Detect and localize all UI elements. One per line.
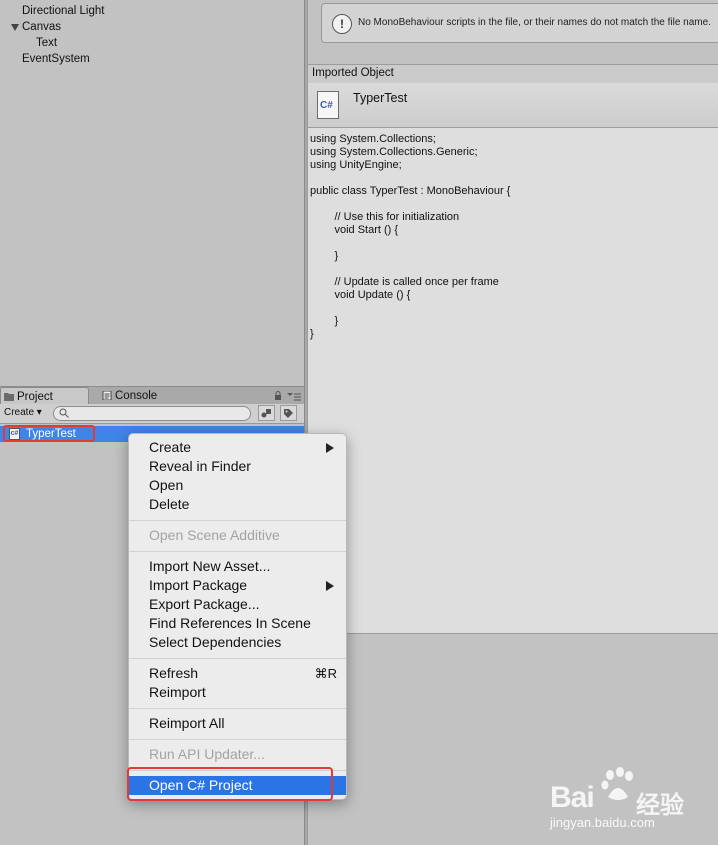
shapes-icon [261, 409, 271, 418]
menu-item-label: Find References In Scene [149, 615, 311, 631]
hierarchy-item-canvas[interactable]: Canvas [22, 21, 61, 33]
menu-item-label: Import New Asset... [149, 558, 271, 574]
hierarchy-item-eventsystem[interactable]: EventSystem [22, 53, 90, 65]
hierarchy-item-label: Text [36, 37, 58, 49]
menu-item-delete[interactable]: Delete [129, 495, 346, 514]
context-menu: Create Reveal in Finder Open Delete Open… [128, 433, 347, 800]
menu-separator [129, 708, 346, 709]
menu-item-label: Open [149, 477, 184, 493]
hierarchy-item-label: Directional Light [22, 5, 105, 17]
project-tab-bar: Project Console [0, 386, 304, 405]
menu-item-import-new-asset[interactable]: Import New Asset... [129, 557, 346, 576]
asset-header: C# TyperTest [308, 83, 718, 128]
project-toolbar: Create ▾ [0, 404, 304, 424]
menu-item-open[interactable]: Open [129, 476, 346, 495]
watermark-brand: Bai [550, 781, 595, 814]
menu-item-label: Refresh [149, 665, 199, 681]
menu-item-export-package[interactable]: Export Package... [129, 595, 346, 614]
menu-item-label: Select Dependencies [149, 634, 282, 650]
hierarchy-item-label: EventSystem [22, 53, 90, 65]
menu-item-create[interactable]: Create [129, 438, 346, 457]
baidu-jingyan-watermark: Bai 经验 jingyan.baidu.com [548, 765, 718, 833]
menu-item-reimport-all[interactable]: Reimport All [129, 714, 346, 733]
submenu-arrow-icon [326, 443, 334, 453]
hierarchy-item-directional-light[interactable]: Directional Light [22, 5, 104, 17]
lock-icon[interactable] [273, 391, 283, 401]
imported-object-label: Imported Object [312, 67, 394, 79]
expand-triangle-icon[interactable] [11, 24, 19, 31]
search-icon [59, 408, 69, 418]
menu-separator [129, 658, 346, 659]
menu-item-reveal-in-finder[interactable]: Reveal in Finder [129, 457, 346, 476]
menu-item-label: Open Scene Additive [149, 527, 280, 543]
menu-item-open-scene-additive: Open Scene Additive [129, 526, 346, 545]
hierarchy-item-label: Canvas [22, 21, 61, 33]
menu-item-label: Create [149, 439, 192, 455]
menu-item-label: Reimport [149, 684, 206, 700]
menu-item-label: Import Package [149, 577, 248, 593]
asset-name: TyperTest [353, 91, 408, 105]
menu-item-refresh[interactable]: Refresh ⌘R [129, 664, 346, 683]
asset-icon-label: C# [320, 100, 333, 111]
menu-item-import-package[interactable]: Import Package [129, 576, 346, 595]
menu-item-reimport[interactable]: Reimport [129, 683, 346, 702]
folder-icon [4, 393, 14, 401]
script-preview: using System.Collections; using System.C… [308, 128, 718, 634]
panel-menu-icon[interactable] [287, 392, 301, 401]
annotation-highlight-box [127, 767, 333, 801]
annotation-highlight-box [3, 425, 95, 442]
menu-item-run-api-updater: Run API Updater... [129, 745, 346, 764]
tag-icon [284, 409, 293, 418]
menu-item-label: Run API Updater... [149, 746, 265, 762]
menu-separator [129, 551, 346, 552]
hierarchy-panel: Directional Light Canvas Text EventSyste… [0, 0, 304, 384]
watermark-url: jingyan.baidu.com [550, 815, 655, 830]
submenu-arrow-icon [326, 581, 334, 591]
menu-item-label: Reveal in Finder [149, 458, 251, 474]
info-icon: ! [332, 14, 352, 34]
project-search-input[interactable] [53, 406, 251, 421]
tab-label: Project [17, 391, 53, 403]
menu-item-select-dependencies[interactable]: Select Dependencies [129, 633, 346, 652]
tab-console[interactable]: Console [99, 387, 189, 405]
menu-item-label: Export Package... [149, 596, 260, 612]
menu-item-label: Delete [149, 496, 190, 512]
hierarchy-item-text[interactable]: Text [36, 37, 57, 49]
inspector-panel: ! No MonoBehaviour scripts in the file, … [308, 0, 718, 845]
menu-separator [129, 739, 346, 740]
create-dropdown[interactable]: Create ▾ [4, 406, 42, 420]
console-icon [102, 391, 112, 400]
csharp-script-icon: C# [317, 91, 339, 119]
tab-label: Console [115, 390, 158, 402]
filter-by-type-button[interactable] [258, 405, 275, 421]
menu-item-find-references-in-scene[interactable]: Find References In Scene [129, 614, 346, 633]
script-source-text: using System.Collections; using System.C… [310, 133, 511, 340]
menu-item-label: Reimport All [149, 715, 225, 731]
imported-object-header: Imported Object [308, 64, 718, 84]
filter-by-label-button[interactable] [280, 405, 297, 421]
menu-separator [129, 520, 346, 521]
help-box: ! No MonoBehaviour scripts in the file, … [321, 3, 718, 43]
tab-project[interactable]: Project [0, 387, 89, 405]
shortcut-label: ⌘R [314, 666, 337, 681]
help-message: No MonoBehaviour scripts in the file, or… [358, 17, 711, 28]
